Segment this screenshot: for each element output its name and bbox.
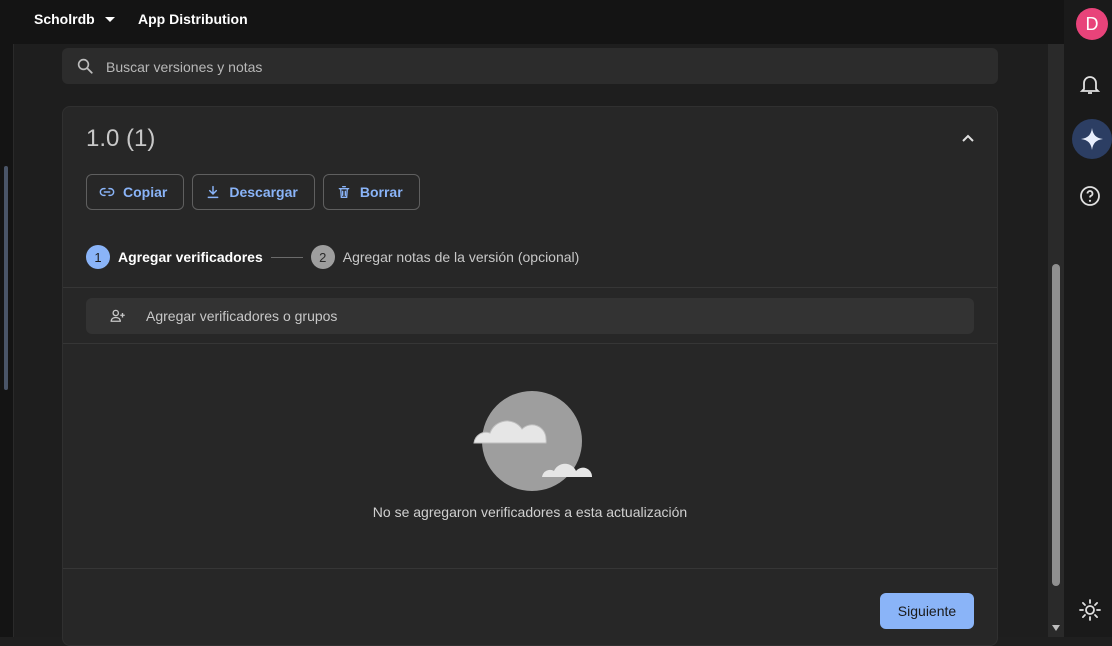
left-nav-scroll-indicator[interactable]	[4, 166, 8, 390]
project-selector[interactable]: Scholrdb	[34, 11, 115, 27]
brightness-icon[interactable]	[1078, 598, 1102, 622]
avatar[interactable]: D	[1076, 8, 1108, 40]
gemini-button[interactable]	[1072, 119, 1112, 159]
divider	[63, 568, 997, 569]
trash-icon	[338, 186, 350, 198]
next-button[interactable]: Siguiente	[880, 593, 974, 629]
search-bar[interactable]: Buscar versiones y notas	[62, 48, 998, 84]
search-input[interactable]: Buscar versiones y notas	[106, 59, 262, 75]
download-icon	[207, 185, 219, 199]
search-icon	[77, 58, 93, 74]
stepper: 1 Agregar verificadores 2 Agregar notas …	[86, 245, 579, 269]
delete-label: Borrar	[359, 184, 403, 200]
left-nav	[0, 44, 14, 637]
divider	[63, 343, 997, 344]
step-2-label[interactable]: Agregar notas de la versión (opcional)	[343, 249, 580, 265]
download-label: Descargar	[229, 184, 298, 200]
project-name: Scholrdb	[34, 11, 95, 27]
add-testers-placeholder: Agregar verificadores o grupos	[146, 308, 338, 324]
top-bar: Scholrdb App Distribution	[0, 0, 1064, 44]
gemini-sparkle-icon	[1081, 128, 1103, 150]
step-connector	[270, 256, 303, 258]
cloud-illustration	[473, 391, 592, 491]
release-card: 1.0 (1) Copiar Descargar Borrar 1 Agrega…	[62, 106, 998, 646]
scrollbar-thumb[interactable]	[1052, 264, 1060, 586]
copy-label: Copiar	[123, 184, 168, 200]
main-content: Buscar versiones y notas 1.0 (1) Copiar …	[14, 44, 1048, 646]
chevron-down-icon	[104, 16, 115, 22]
chevron-up-icon[interactable]	[961, 131, 975, 145]
main-scrollbar[interactable]	[1048, 44, 1064, 637]
step-2-number[interactable]: 2	[310, 245, 335, 269]
add-testers-field[interactable]: Agregar verificadores o grupos	[86, 298, 974, 334]
right-rail: D	[1064, 0, 1112, 637]
release-actions: Copiar Descargar Borrar	[86, 174, 420, 210]
link-icon	[99, 187, 115, 197]
product-title: App Distribution	[138, 11, 248, 27]
download-button[interactable]: Descargar	[192, 174, 315, 210]
step-1-number[interactable]: 1	[86, 245, 110, 269]
empty-state-message: No se agregaron verificadores a esta act…	[372, 504, 688, 520]
step-1-label[interactable]: Agregar verificadores	[118, 249, 263, 265]
help-icon[interactable]	[1078, 184, 1102, 208]
add-person-icon	[110, 309, 125, 322]
copy-button[interactable]: Copiar	[86, 174, 185, 210]
divider	[63, 287, 997, 288]
bell-icon[interactable]	[1078, 72, 1102, 96]
delete-button[interactable]: Borrar	[322, 174, 420, 210]
scroll-down-arrow-icon[interactable]	[1052, 625, 1060, 631]
version-title: 1.0 (1)	[86, 125, 156, 152]
